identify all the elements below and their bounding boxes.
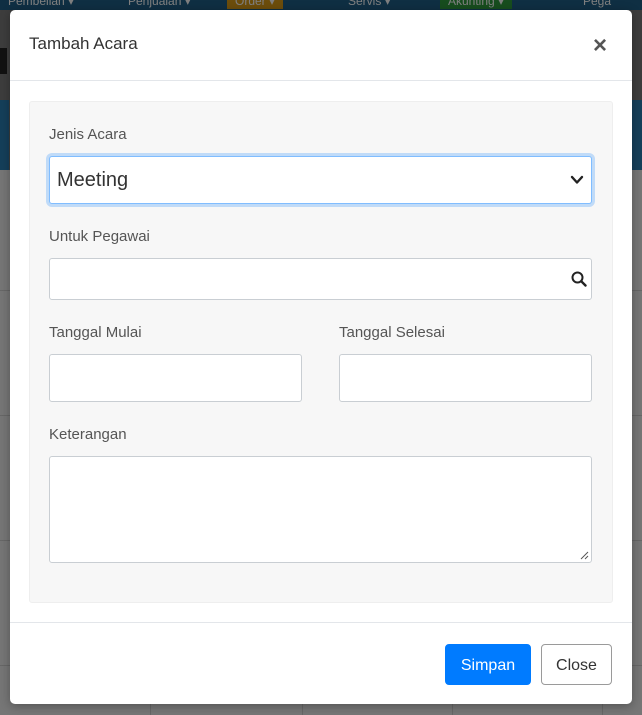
search-icon[interactable] — [571, 271, 587, 287]
close-icon[interactable]: × — [589, 34, 611, 58]
start-date-field[interactable] — [49, 354, 302, 402]
event-type-value: Meeting — [57, 169, 129, 191]
end-date-label: Tanggal Selesai — [339, 324, 445, 341]
form-panel: Jenis Acara Meeting Untuk Pegawai Tangga… — [29, 101, 613, 603]
chevron-down-icon — [570, 175, 584, 184]
modal-header: Tambah Acara × — [10, 10, 632, 81]
employee-search-input[interactable] — [49, 258, 592, 300]
save-button[interactable]: Simpan — [445, 644, 531, 685]
start-date-label: Tanggal Mulai — [49, 324, 142, 341]
event-type-label: Jenis Acara — [49, 126, 127, 143]
notes-label: Keterangan — [49, 426, 127, 443]
modal-footer: Simpan Close — [10, 622, 632, 705]
resize-grip-icon[interactable] — [579, 550, 589, 560]
modal-title: Tambah Acara — [29, 34, 138, 53]
employee-label: Untuk Pegawai — [49, 228, 150, 245]
end-date-field[interactable] — [339, 354, 592, 402]
notes-textarea[interactable] — [49, 456, 592, 563]
add-event-modal: Tambah Acara × Jenis Acara Meeting Untuk… — [10, 10, 632, 704]
close-button[interactable]: Close — [541, 644, 612, 685]
event-type-select[interactable]: Meeting — [49, 156, 592, 204]
